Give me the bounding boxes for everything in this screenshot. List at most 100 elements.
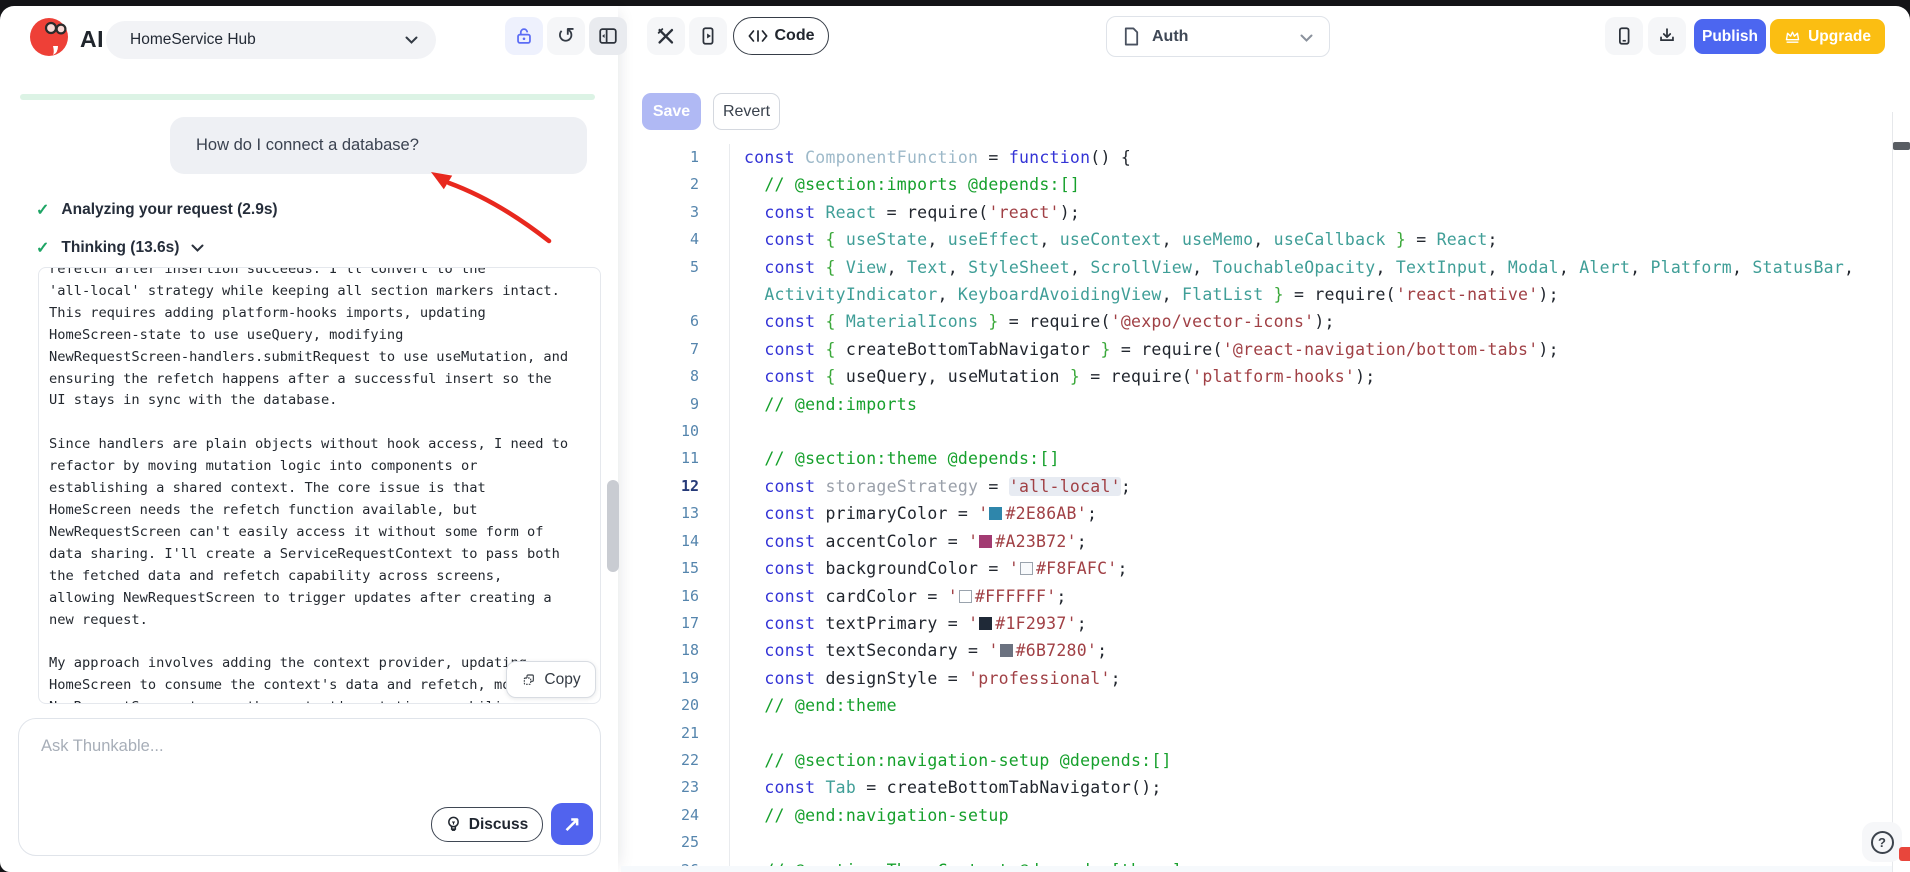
line-number: 23 (621, 774, 730, 802)
line-number: 9 (621, 390, 730, 419)
discuss-button[interactable]: Discuss (431, 807, 543, 842)
code-tab-button[interactable]: Code (733, 17, 829, 55)
code-line-content: const Tab = createBottomTabNavigator(); (764, 778, 1162, 798)
user-message-text: How do I connect a database? (196, 136, 419, 154)
code-line-content: const { useState, useEffect, useContext,… (764, 230, 1498, 250)
editor-scrollbar-thumb[interactable] (1893, 142, 1910, 150)
code-line-20: 20 // @end:theme (621, 692, 1893, 720)
code-editor[interactable]: 1 const ComponentFunction = function() { 2… (621, 144, 1893, 872)
code-line-content: const accentColor = ' #A23B72'; (764, 531, 1087, 551)
check-icon: ✓ (36, 202, 50, 219)
code-line-content: const designStyle = 'professional'; (764, 668, 1121, 688)
code-line-content: const React = require('react'); (764, 202, 1081, 222)
line-number: 24 (621, 801, 730, 830)
upgrade-label: Upgrade (1808, 27, 1871, 45)
code-line-15: 15 const backgroundColor = ' #F8FAFC'; (621, 555, 1893, 583)
chevron-down-icon (1300, 34, 1313, 43)
code-line-22: 22 // @section:navigation-setup @depends… (621, 746, 1893, 775)
code-line-content: const cardColor = ' #FFFFFF'; (764, 586, 1067, 606)
code-line-content: const textPrimary = ' #1F2937'; (764, 613, 1087, 633)
code-line-11: 11 // @section:theme @depends:[] (621, 445, 1893, 473)
line-number: 10 (621, 418, 730, 446)
thinking-text: refetch after insertion succeeds. I'll c… (49, 267, 569, 703)
color-swatch (958, 589, 972, 603)
line-number: 19 (621, 664, 730, 693)
code-line-content: const { View, Text, StyleSheet, ScrollVi… (764, 257, 1855, 305)
code-line-content: // @section:navigation-setup @depends:[] (764, 750, 1172, 770)
project-selector[interactable]: HomeService Hub (106, 21, 436, 59)
send-arrow-icon: ↗ (563, 812, 581, 836)
chat-scrollbar-thumb[interactable] (607, 480, 619, 572)
screen-selector[interactable]: Auth (1106, 16, 1330, 57)
discuss-label: Discuss (468, 815, 529, 833)
code-line-2: 2 // @section:imports @depends:[] (621, 171, 1893, 199)
code-tab-label: Code (774, 27, 815, 44)
code-line-4: 4 const { useState, useEffect, useContex… (621, 226, 1893, 254)
line-number: 7 (621, 335, 730, 364)
help-button[interactable]: ? (1862, 822, 1902, 862)
project-name: HomeService Hub (130, 31, 256, 48)
lock-icon (517, 28, 531, 44)
code-line-content (730, 418, 754, 445)
code-line-25: 25 (621, 829, 1893, 857)
line-number: 22 (621, 746, 730, 775)
thinking-content-box[interactable]: refetch after insertion succeeds. I'll c… (38, 267, 601, 704)
split-view-button[interactable] (589, 17, 627, 55)
code-line-content: const { MaterialIcons } = require('@expo… (764, 312, 1335, 332)
lock-button[interactable] (505, 17, 543, 55)
save-label: Save (652, 102, 691, 120)
help-question-icon: ? (1870, 830, 1894, 854)
code-line-content: const { useQuery, useMutation } = requir… (764, 367, 1376, 387)
logo-text: AI (80, 26, 104, 52)
code-line-content: const backgroundColor = ' #F8FAFC'; (764, 559, 1128, 579)
save-button[interactable]: Save (642, 93, 701, 130)
device-preview-button[interactable] (1605, 17, 1643, 55)
scrolled-banner-remnant (20, 94, 595, 100)
line-number: 12 (621, 472, 730, 501)
color-swatch (979, 616, 993, 630)
customize-tools-button[interactable] (647, 17, 685, 55)
editor-scrollbar-track[interactable] (1892, 112, 1910, 872)
code-line-content: const ComponentFunction = function() { (744, 148, 1132, 167)
thinking-expand-chevron-icon[interactable] (191, 244, 204, 253)
history-button[interactable]: ↺ (547, 17, 585, 55)
line-number: 6 (621, 308, 730, 336)
code-line-9: 9 // @end:imports (621, 390, 1893, 419)
chevron-down-icon (405, 36, 418, 45)
step-thinking-label: Thinking (13.6s) (61, 239, 180, 256)
code-line-content: const textSecondary = ' #6B7280'; (764, 641, 1108, 661)
screen-selector-value: Auth (1152, 27, 1189, 45)
step-thinking[interactable]: ✓ Thinking (13.6s) (36, 236, 204, 260)
code-line-content: // @end:navigation-setup (764, 805, 1009, 825)
code-line-content: const { createBottomTabNavigator } = req… (764, 339, 1559, 359)
publish-label: Publish (1702, 27, 1758, 45)
code-line-6: 6 const { MaterialIcons } = require('@ex… (621, 308, 1893, 336)
code-line-content (730, 720, 754, 747)
line-number: 2 (621, 171, 730, 199)
line-number: 15 (621, 555, 730, 583)
code-line-7: 7 const { createBottomTabNavigator } = r… (621, 335, 1893, 364)
phone-icon (1619, 27, 1630, 45)
line-number: 1 (621, 144, 730, 172)
copy-button[interactable]: Copy (506, 661, 596, 698)
upgrade-button[interactable]: Upgrade (1770, 19, 1885, 54)
download-icon (1660, 28, 1674, 41)
revert-button[interactable]: Revert (713, 93, 780, 130)
editor-bottom-strip (621, 866, 1893, 872)
code-line-content: // @end:theme (764, 696, 897, 716)
code-line-content: // @end:imports (764, 394, 918, 414)
publish-button[interactable]: Publish (1694, 19, 1766, 54)
send-button[interactable]: ↗ (551, 803, 593, 845)
line-number: 21 (621, 719, 730, 747)
code-line-12: 12 const storageStrategy = 'all-local'; (621, 472, 1893, 501)
line-number: 25 (621, 829, 730, 857)
code-line-5: 5 const { View, Text, StyleSheet, Scroll… (621, 253, 1893, 309)
line-number: 11 (621, 445, 730, 473)
live-preview-button[interactable] (689, 17, 727, 55)
code-line-content: const storageStrategy = 'all-local'; (764, 476, 1132, 496)
download-button[interactable] (1648, 17, 1686, 55)
app-logo-mascot (30, 18, 68, 56)
revert-label: Revert (722, 102, 771, 120)
code-brackets-icon (748, 30, 767, 42)
composer-input[interactable] (41, 737, 561, 807)
